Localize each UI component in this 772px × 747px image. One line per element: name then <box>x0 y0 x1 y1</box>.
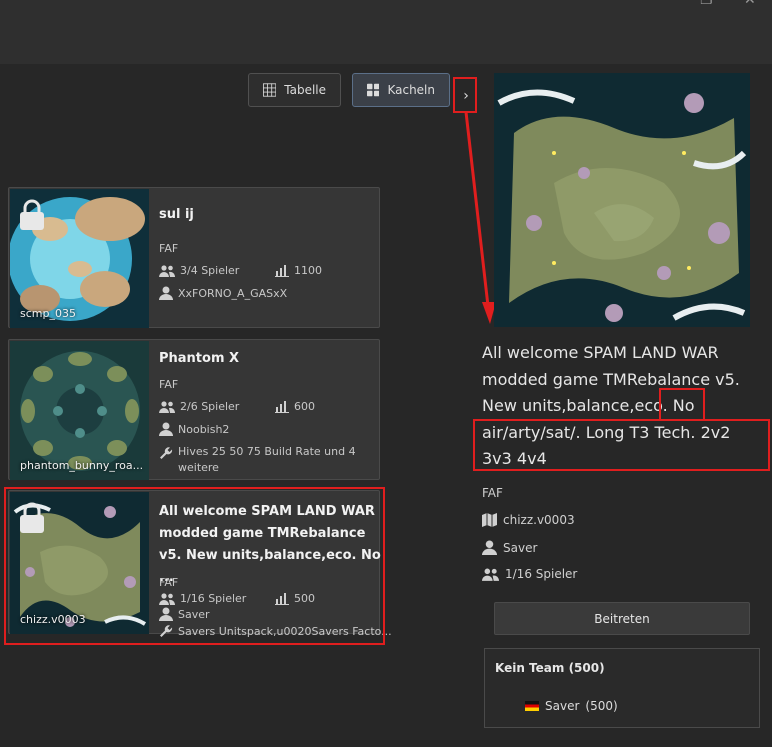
bar-chart-icon <box>275 401 289 413</box>
window-titlebar: ❐ ✕ <box>0 0 772 64</box>
team-name: Kein Team (500) <box>495 661 605 675</box>
map-name: scmp_035 <box>20 307 76 320</box>
details-featured-mod: FAF <box>482 486 503 500</box>
highlight-no <box>659 388 705 421</box>
highlight-selected-game <box>4 487 385 645</box>
table-view-label: Tabelle <box>284 83 326 97</box>
germany-flag-icon <box>525 701 539 711</box>
player-rating: (500) <box>585 699 618 713</box>
people-icon <box>159 400 175 413</box>
highlight-restrictions <box>473 419 770 471</box>
details-players: 1/16 Spieler <box>482 567 577 581</box>
person-icon <box>482 540 497 555</box>
team-player[interactable]: Saver (500) <box>525 699 618 713</box>
map-icon <box>482 513 497 527</box>
tiles-icon <box>367 83 380 97</box>
highlight-collapse <box>453 77 477 113</box>
details-map: chizz.v0003 <box>482 513 575 527</box>
player-name: Saver <box>545 699 580 713</box>
rating: 600 <box>275 400 315 413</box>
map-preview-large <box>494 73 750 327</box>
people-icon <box>482 568 499 581</box>
person-icon <box>159 422 173 436</box>
mods: Hives 25 50 75 Build Rate und 4 weitere <box>159 444 359 476</box>
host: XxFORNO_A_GASxX <box>159 286 287 300</box>
tiles-view-label: Kacheln <box>387 83 435 97</box>
map-image <box>494 73 750 327</box>
map-preview: scmp_035 <box>10 189 149 328</box>
map-preview: phantom_bunny_roa... <box>10 341 149 480</box>
game-title: Phantom X <box>159 351 240 366</box>
team-box: Kein Team (500) Saver (500) <box>484 648 760 728</box>
bar-chart-icon <box>275 265 289 277</box>
restore-icon[interactable]: ❐ <box>700 0 713 8</box>
featured-mod: FAF <box>159 242 179 255</box>
person-icon <box>159 286 173 300</box>
map-name: phantom_bunny_roa... <box>20 459 144 472</box>
people-icon <box>159 264 175 277</box>
player-count: 2/6 Spieler <box>159 400 239 413</box>
game-tile[interactable]: phantom_bunny_roa... Phantom X FAF 2/6 S… <box>8 339 380 480</box>
join-button[interactable]: Beitreten <box>494 602 750 635</box>
lock-icon <box>20 199 44 230</box>
game-title: sul ij <box>159 207 194 222</box>
tiles-view-button[interactable]: Kacheln <box>352 73 450 107</box>
wrench-icon <box>160 447 173 459</box>
rating: 1100 <box>275 264 322 277</box>
player-count: 3/4 Spieler <box>159 264 239 277</box>
details-host: Saver <box>482 540 537 555</box>
grid-icon <box>263 83 277 97</box>
game-tile[interactable]: scmp_035 sul ij FAF 3/4 Spieler 1100 XxF… <box>8 187 380 328</box>
featured-mod: FAF <box>159 378 179 391</box>
close-icon[interactable]: ✕ <box>744 0 756 8</box>
table-view-button[interactable]: Tabelle <box>248 73 341 107</box>
host: Noobish2 <box>159 422 229 436</box>
